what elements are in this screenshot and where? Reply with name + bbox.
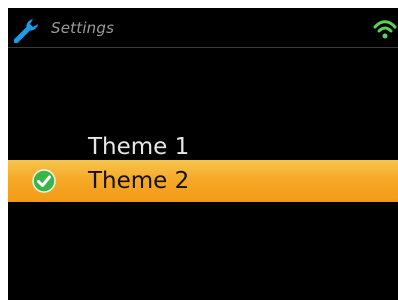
wrench-icon [14,19,38,43]
wifi-icon [373,20,397,39]
check-circle-icon [32,169,56,193]
settings-screen: Settings Theme 1 Theme 2 [8,8,398,300]
title-bar: Settings [8,8,398,48]
theme-list: Theme 1 Theme 2 [8,130,398,202]
theme-option-label: Theme 2 [88,168,190,194]
theme-option-label: Theme 1 [88,134,190,160]
theme-option-2[interactable]: Theme 2 [8,160,398,202]
theme-option-1[interactable]: Theme 1 [8,130,398,160]
page-title: Settings [51,19,115,37]
